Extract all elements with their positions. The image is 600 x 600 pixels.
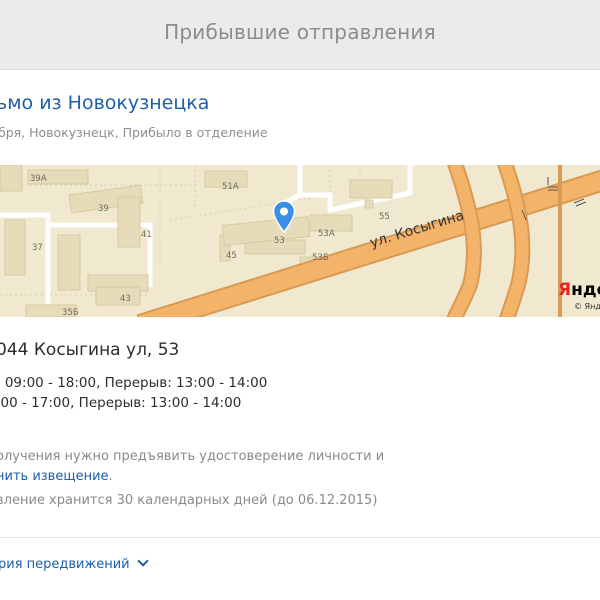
map-label-building: 45 (226, 251, 237, 261)
map-label-building: 39 (98, 204, 109, 214)
map-label-building: 39А (30, 174, 47, 184)
page-title: Прибывшие отправления (164, 20, 436, 44)
map-provider-logo[interactable]: Янде (558, 280, 600, 300)
pickup-requirements-text: олучения нужно предъявить удостоверение … (0, 449, 385, 464)
post-office-address: 044 Косыгина ул, 53 (0, 340, 180, 360)
map-label-building: 37 (32, 243, 43, 253)
page: Прибывшие отправления ьмо из Новокузнецк… (0, 0, 600, 600)
map-copyright[interactable]: © Янд (574, 302, 600, 311)
storage-period-text: вление хранится 30 календарных дней (до … (0, 493, 378, 508)
schedule-weekend: :00 - 17:00, Перерыв: 13:00 - 14:00 (0, 395, 242, 411)
movement-history-toggle[interactable]: рия передвижений (0, 555, 149, 572)
map-label-building: 51А (222, 182, 239, 192)
schedule-weekdays: : 09:00 - 18:00, Перерыв: 13:00 - 14:00 (0, 375, 268, 391)
map-canvas (0, 165, 600, 317)
map-label-building: 55 (379, 212, 390, 222)
map-label-building: 53 (274, 236, 285, 246)
chevron-down-icon (136, 555, 149, 567)
map-pin-icon[interactable] (272, 200, 296, 234)
map-label-building: 41 (141, 230, 152, 240)
map-label-building: 35Б (62, 308, 79, 318)
letter-status-line: бря, Новокузнецк, Прибыло в отделение (0, 125, 268, 140)
print-notice-link[interactable]: нить извещение (0, 469, 109, 484)
divider (0, 537, 600, 538)
letter-title[interactable]: ьмо из Новокузнецка (0, 92, 209, 114)
map-label-building: 43 (120, 294, 131, 304)
map-label-building: 53Б (312, 253, 329, 263)
map[interactable] (0, 165, 600, 317)
shipment-card (0, 69, 600, 600)
map-label-building: 53А (318, 229, 335, 239)
pickup-requirements-line2: нить извещение. (0, 469, 113, 484)
